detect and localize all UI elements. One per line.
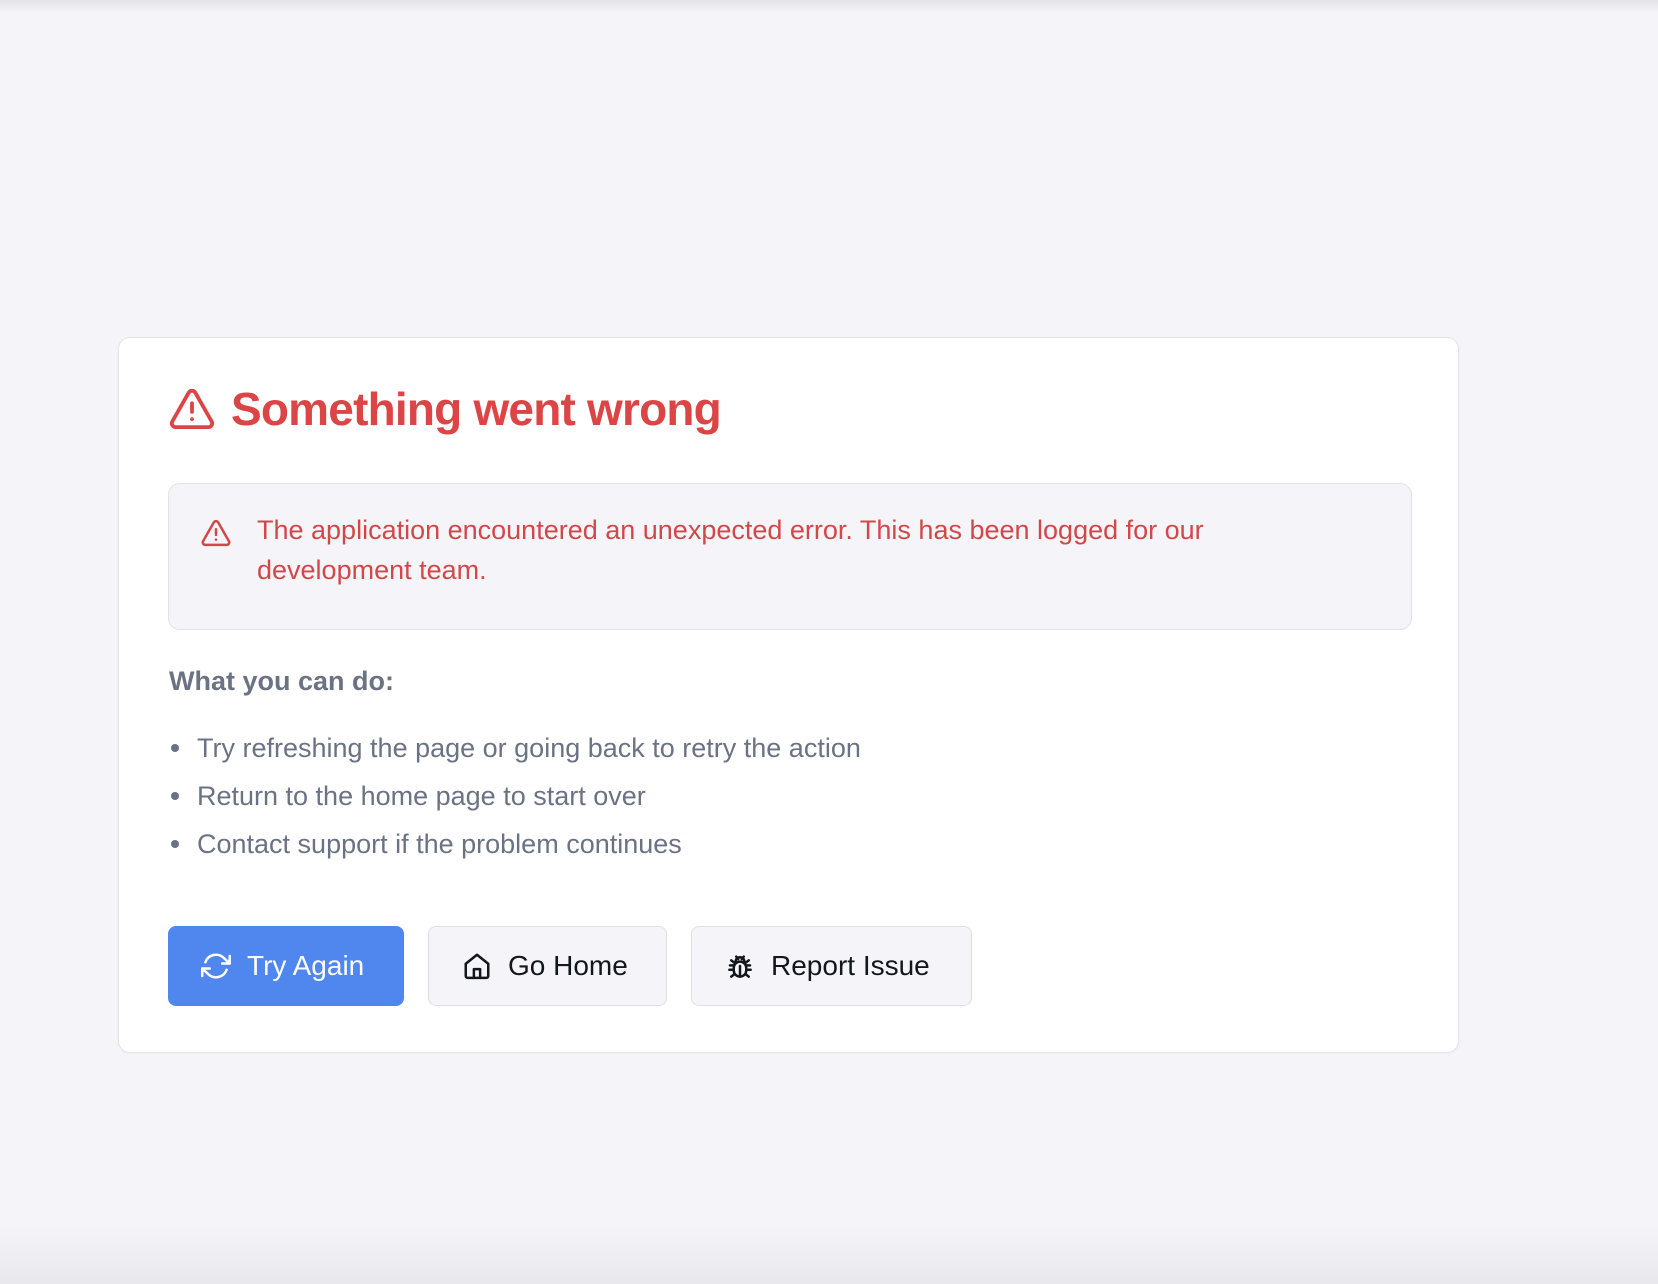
try-again-button[interactable]: Try Again xyxy=(168,926,404,1006)
alert-triangle-icon xyxy=(169,388,215,430)
suggestion-list: Try refreshing the page or going back to… xyxy=(169,724,861,868)
list-item: Try refreshing the page or going back to… xyxy=(169,724,861,772)
home-icon xyxy=(462,951,492,981)
bottom-edge-shadow xyxy=(0,1224,1658,1284)
list-item: Return to the home page to start over xyxy=(169,772,861,820)
top-edge-shadow xyxy=(0,0,1658,14)
page-title: Something went wrong xyxy=(231,383,722,435)
error-title-row: Something went wrong xyxy=(169,383,722,435)
error-card: Something went wrong The application enc… xyxy=(118,337,1459,1053)
error-message: The application encountered an unexpecte… xyxy=(257,515,1204,585)
help-heading: What you can do: xyxy=(169,666,394,696)
try-again-label: Try Again xyxy=(247,950,365,981)
go-home-label: Go Home xyxy=(508,950,628,981)
action-buttons: Try Again Go Home Report Issue xyxy=(168,926,972,1006)
error-alert-box: The application encountered an unexpecte… xyxy=(168,483,1412,630)
go-home-button[interactable]: Go Home xyxy=(428,926,667,1006)
list-item: Contact support if the problem continues xyxy=(169,820,861,868)
alert-triangle-icon xyxy=(201,519,231,547)
refresh-icon xyxy=(201,951,231,981)
bug-icon xyxy=(725,951,755,981)
report-issue-button[interactable]: Report Issue xyxy=(691,926,972,1006)
report-issue-label: Report Issue xyxy=(771,950,930,981)
